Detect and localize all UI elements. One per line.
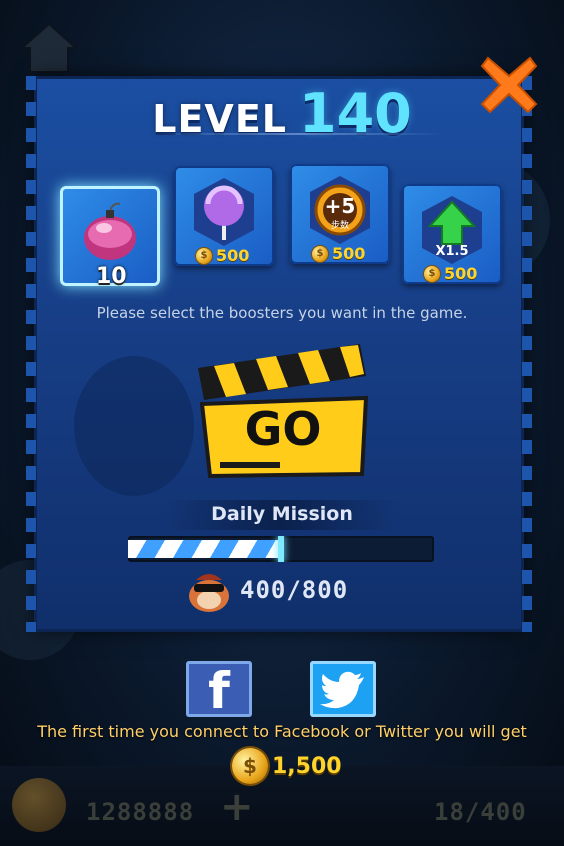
star-progress: 18/400 xyxy=(434,798,527,826)
mission-progress-bar xyxy=(128,536,434,562)
reward-amount: 1,500 xyxy=(272,753,342,779)
coin-icon: $ xyxy=(196,247,212,264)
panel-background-art xyxy=(74,356,194,496)
lollipop-icon xyxy=(194,178,254,246)
booster-plus-moves[interactable]: +5 步数 $ 500 xyxy=(290,164,390,264)
mission-progress-marker xyxy=(278,536,284,562)
plus-moves-sublabel: 步数 xyxy=(330,221,349,231)
level-number: 140 xyxy=(299,82,412,145)
mission-progress-fill xyxy=(128,540,281,558)
go-label: GO xyxy=(244,402,322,456)
booster-bomb[interactable]: 10 xyxy=(60,186,160,289)
level-title: LEVEL 140 xyxy=(0,82,564,145)
coin-icon: $ xyxy=(424,265,440,282)
social-reward: $ 1,500 xyxy=(232,748,342,784)
coin-icon xyxy=(12,778,66,832)
facebook-button[interactable]: f xyxy=(186,661,252,720)
booster-lollipop[interactable]: $ 500 xyxy=(174,166,274,266)
bomb-icon xyxy=(84,202,136,260)
price-value: 500 xyxy=(444,264,478,283)
booster-price: $ 500 xyxy=(312,244,365,263)
multiplier-label: X1.5 xyxy=(435,244,469,259)
booster-hint: Please select the boosters you want in t… xyxy=(96,304,468,322)
coin-icon: $ xyxy=(312,245,328,262)
coin-balance: 1288888 xyxy=(86,798,195,826)
plus-moves-label: +5 xyxy=(324,194,356,218)
price-value: 500 xyxy=(216,246,250,265)
title-divider xyxy=(150,133,446,135)
mascot-icon xyxy=(189,574,229,612)
twitter-icon xyxy=(320,671,364,709)
booster-multiplier[interactable]: X1.5 $ 500 xyxy=(402,184,502,284)
home-icon[interactable] xyxy=(18,18,80,76)
coin-icon: $ xyxy=(232,748,268,784)
booster-count: 10 xyxy=(96,264,127,289)
mission-progress-text: 400/800 xyxy=(240,576,349,604)
daily-mission-title: Daily Mission xyxy=(211,503,353,525)
twitter-button[interactable] xyxy=(310,661,376,717)
add-coins-button[interactable]: + xyxy=(220,784,254,830)
go-button[interactable]: GO xyxy=(194,340,372,480)
social-reward-text: The first time you connect to Facebook o… xyxy=(37,722,527,741)
facebook-icon: f xyxy=(208,662,230,720)
price-value: 500 xyxy=(332,244,366,263)
booster-price: $ 500 xyxy=(424,264,477,283)
booster-price: $ 500 xyxy=(196,246,249,265)
